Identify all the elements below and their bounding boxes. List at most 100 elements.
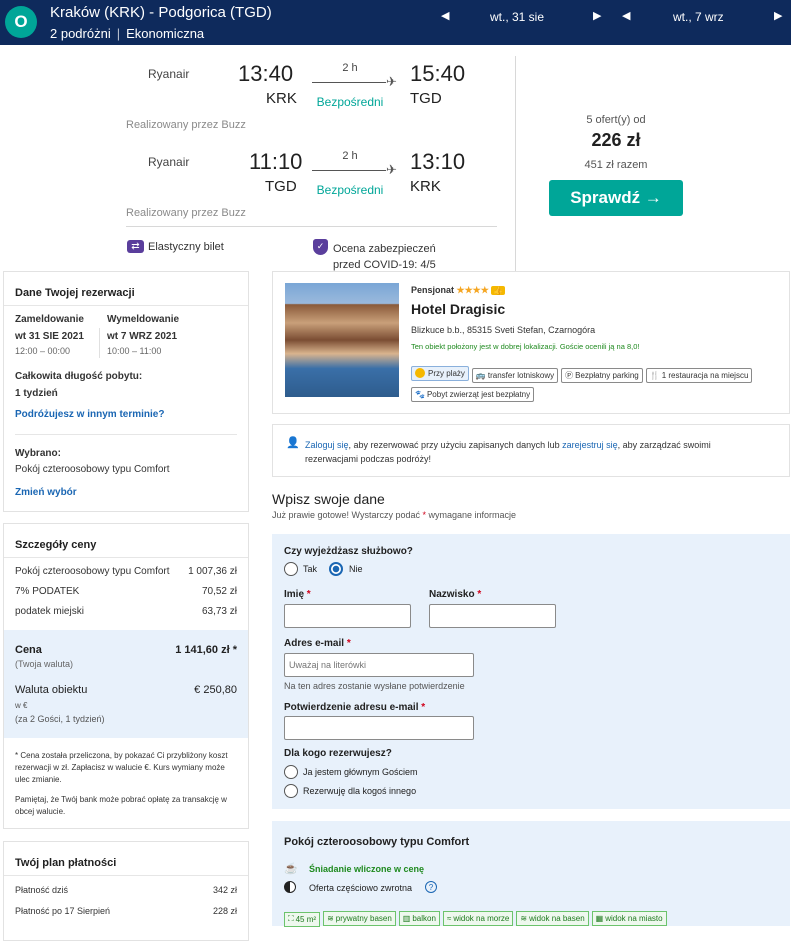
checkin-date: wt 31 SIE 2021 (15, 331, 84, 342)
payment-row-value: 228 zł (212, 906, 237, 916)
selected-label: Wybrano: (15, 448, 61, 459)
payment-plan-card: Twój plan płatności Płatność dziś 342 zł… (3, 841, 249, 941)
room-feature-tag: ≋ prywatny basen (323, 911, 396, 926)
booking-for-question: Dla kogo rezerwujesz? (284, 748, 392, 759)
email-field[interactable] (284, 653, 474, 677)
area-icon: ⛶ (288, 914, 294, 923)
flexible-ticket-icon: ⇄ (127, 240, 144, 253)
main-guest-label: Ja jestem głównym Gościem (303, 767, 418, 777)
divider (4, 557, 248, 558)
depart-prev-arrow-icon[interactable]: ◀ (441, 9, 449, 22)
divider (99, 328, 100, 358)
flight-offer: Ryanair 13:40 KRK 2 h ✈ Bezpośredni 15:4… (0, 46, 791, 271)
trip-details: 2 podróżni | Ekonomiczna (50, 26, 205, 41)
stay-length-label: Całkowita długość pobytu: (15, 371, 143, 382)
price-row-value: 1 007,36 zł (188, 566, 237, 577)
outbound-duration: 2 h (342, 62, 358, 74)
parking-amenity: Ⓟ Bezpłatny parking (561, 368, 643, 383)
hotel-card: Pensjonat ★★★★ 👍 Hotel Dragisic Blizkuce… (272, 271, 790, 414)
outbound-airline: Ryanair (148, 67, 190, 81)
guest-form: Czy wyjeżdżasz służbowo? Tak Nie Imię * … (272, 534, 790, 809)
checkout-date: wt 7 WRZ 2021 (107, 331, 178, 342)
outbound-dep-time: 13:40 (238, 61, 294, 86)
email-confirm-label: Potwierdzenie adresu e-mail * (284, 702, 426, 713)
beach-amenity: Przy plaży (411, 365, 469, 381)
email-confirm-field[interactable] (284, 716, 474, 740)
total-label: Cena (15, 644, 42, 656)
room-feature-tag: ≈ widok na morze (442, 911, 514, 926)
outbound-route-line (312, 82, 386, 83)
change-dates-link[interactable]: Podróżujesz w innym terminie? (15, 409, 164, 420)
checkout-time: 10:00 – 11:00 (107, 346, 162, 356)
main-guest-radio[interactable] (284, 765, 298, 779)
price-title: Szczegóły ceny (15, 539, 97, 551)
login-banner: 👤 Zaloguj się, aby rezerwować przy użyci… (272, 424, 790, 477)
half-circle-icon (284, 881, 296, 893)
outbound-arr-time: 15:40 (410, 61, 466, 86)
user-icon: 👤 (286, 437, 300, 449)
offers-count: 5 ofert(y) od (586, 114, 646, 126)
shuttle-icon: 🚌 (475, 371, 486, 380)
plane-icon: ✈ (386, 74, 397, 89)
payment-row-value: 342 zł (212, 885, 237, 895)
local-currency-label: Waluta obiektu (15, 684, 88, 696)
business-no-radio[interactable] (329, 562, 343, 576)
price-row-label: Pokój czteroosobowy typu Comfort (15, 566, 170, 577)
price-total-box: Cena (Twoja waluta) 1 141,60 zł * Waluta… (4, 630, 248, 738)
last-name-field[interactable] (429, 604, 556, 628)
route-title: Kraków (KRK) - Podgorica (TGD) (50, 4, 272, 21)
refund-policy: Oferta częściowo zwrotna (309, 883, 413, 893)
login-message: Zaloguj się, aby rezerwować przy użyciu … (305, 440, 711, 464)
price-note: * Cena została przeliczona, by pokazać C… (15, 751, 228, 784)
check-offer-button[interactable]: Sprawdź → (549, 180, 683, 216)
outbound-arr-code: TGD (410, 90, 442, 107)
restaurant-amenity: 🍴 1 restauracja na miejscu (645, 368, 753, 383)
depart-next-arrow-icon[interactable]: ▶ (593, 9, 601, 22)
cabin-class: Ekonomiczna (126, 26, 205, 41)
price-row-label: podatek miejski (15, 606, 84, 617)
login-link[interactable]: Zaloguj się (305, 440, 349, 450)
register-link[interactable]: zarejestruj się (562, 440, 618, 450)
offer-total: 451 zł razem (584, 159, 648, 171)
shield-icon: ✓ (313, 239, 328, 255)
selected-room: Pokój czteroosobowy typu Comfort (15, 464, 170, 475)
price-row-value: 63,73 zł (201, 606, 237, 617)
return-airline: Ryanair (148, 155, 190, 169)
bank-fee-note: Pamiętaj, że Twój bank może pobrać opłat… (15, 795, 227, 816)
room-feature-tag: ▥ balkon (398, 911, 440, 926)
return-prev-arrow-icon[interactable]: ◀ (622, 9, 630, 22)
return-date[interactable]: wt., 7 wrz (673, 10, 724, 24)
search-header-bar[interactable]: O Kraków (KRK) - Podgorica (TGD) 2 podró… (0, 0, 791, 45)
form-subtitle: Już prawie gotowe! Wystarczy podać * wym… (272, 510, 517, 520)
return-dep-code: TGD (265, 178, 297, 195)
return-operator: Realizowany przez Buzz (126, 207, 246, 219)
info-icon[interactable]: ? (425, 881, 437, 893)
price-row-value: 70,52 zł (201, 586, 237, 597)
depart-date[interactable]: wt., 31 sie (490, 10, 544, 24)
business-yes-label: Tak (303, 564, 318, 574)
outbound-dep-code: KRK (266, 90, 297, 107)
hotel-photo[interactable] (285, 283, 399, 397)
divider (15, 434, 237, 435)
stay-length-value: 1 tydzień (15, 388, 58, 399)
booking-title: Dane Twojej rezerwacji (15, 287, 135, 299)
pool-icon: ≋ (327, 914, 334, 923)
outbound-operator: Realizowany przez Buzz (126, 119, 246, 131)
city-view-icon: ▦ (595, 914, 604, 923)
search-logo-icon[interactable]: O (5, 6, 37, 38)
first-name-field[interactable] (284, 604, 411, 628)
return-route-line (312, 170, 386, 171)
business-yes-radio[interactable] (284, 562, 298, 576)
return-stops: Bezpośredni (316, 183, 384, 197)
plane-icon: ✈ (386, 162, 397, 177)
other-guest-radio[interactable] (284, 784, 298, 798)
return-duration: 2 h (342, 150, 358, 162)
airport-transfer-amenity: 🚌 transfer lotniskowy (471, 368, 559, 383)
email-hint: Na ten adres zostanie wysłane potwierdze… (284, 681, 465, 691)
first-name-label: Imię * (284, 589, 311, 600)
hotel-address: Blizkuce b.b., 85315 Sveti Stefan, Czarn… (411, 325, 596, 335)
beach-icon (415, 368, 425, 378)
other-guest-label: Rezerwuję dla kogoś innego (303, 786, 417, 796)
change-selection-link[interactable]: Zmień wybór (15, 487, 77, 498)
return-next-arrow-icon[interactable]: ▶ (774, 9, 782, 22)
